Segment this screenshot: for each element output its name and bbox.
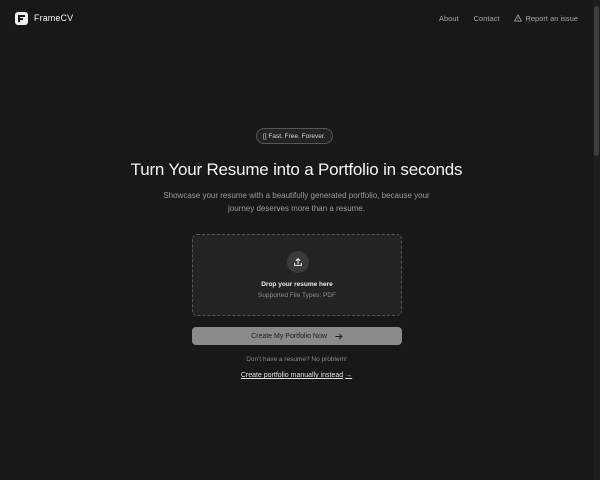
page: FrameCV About Contact Report an issue []… bbox=[0, 0, 600, 480]
warning-triangle-icon bbox=[514, 14, 523, 22]
nav-links: About Contact Report an issue bbox=[439, 14, 578, 23]
page-subtitle: Showcase your resume with a beautifully … bbox=[163, 191, 430, 213]
brand[interactable]: FrameCV bbox=[15, 11, 74, 25]
tagline-badge: [] Fast. Free. Forever. bbox=[256, 128, 333, 144]
create-manually-link[interactable]: Create portfolio manually instead → bbox=[241, 372, 352, 379]
nav-report-issue-link[interactable]: Report an issue bbox=[514, 14, 578, 23]
manual-link-row: Create portfolio manually instead → bbox=[0, 372, 593, 379]
scrollbar[interactable] bbox=[593, 0, 600, 480]
dropzone-title: Drop your resume here bbox=[261, 281, 333, 288]
top-nav-bar: FrameCV About Contact Report an issue bbox=[0, 0, 593, 36]
nav-contact-link[interactable]: Contact bbox=[474, 14, 500, 23]
create-manually-link-label: Create portfolio manually instead bbox=[240, 372, 344, 379]
page-title: Turn Your Resume into a Portfolio in sec… bbox=[130, 160, 463, 179]
no-resume-text: Don't have a resume? No problem! bbox=[246, 356, 347, 363]
nav-report-issue-label: Report an issue bbox=[525, 13, 578, 23]
link-arrow-right-icon: → bbox=[345, 372, 353, 379]
dropzone-supported-types: Supported File Types: PDF bbox=[258, 292, 336, 299]
resume-dropzone[interactable]: Drop your resume here Supported File Typ… bbox=[192, 234, 402, 316]
scrollbar-thumb[interactable] bbox=[594, 6, 599, 156]
brand-name: FrameCV bbox=[34, 13, 74, 23]
framecv-logo-icon bbox=[15, 11, 28, 25]
upload-icon bbox=[287, 251, 309, 273]
arrow-right-icon bbox=[335, 333, 343, 340]
create-portfolio-button[interactable]: Create My Portfolio Now bbox=[192, 327, 402, 345]
create-portfolio-button-label: Create My Portfolio Now bbox=[251, 332, 327, 340]
nav-about-link[interactable]: About bbox=[439, 14, 459, 23]
